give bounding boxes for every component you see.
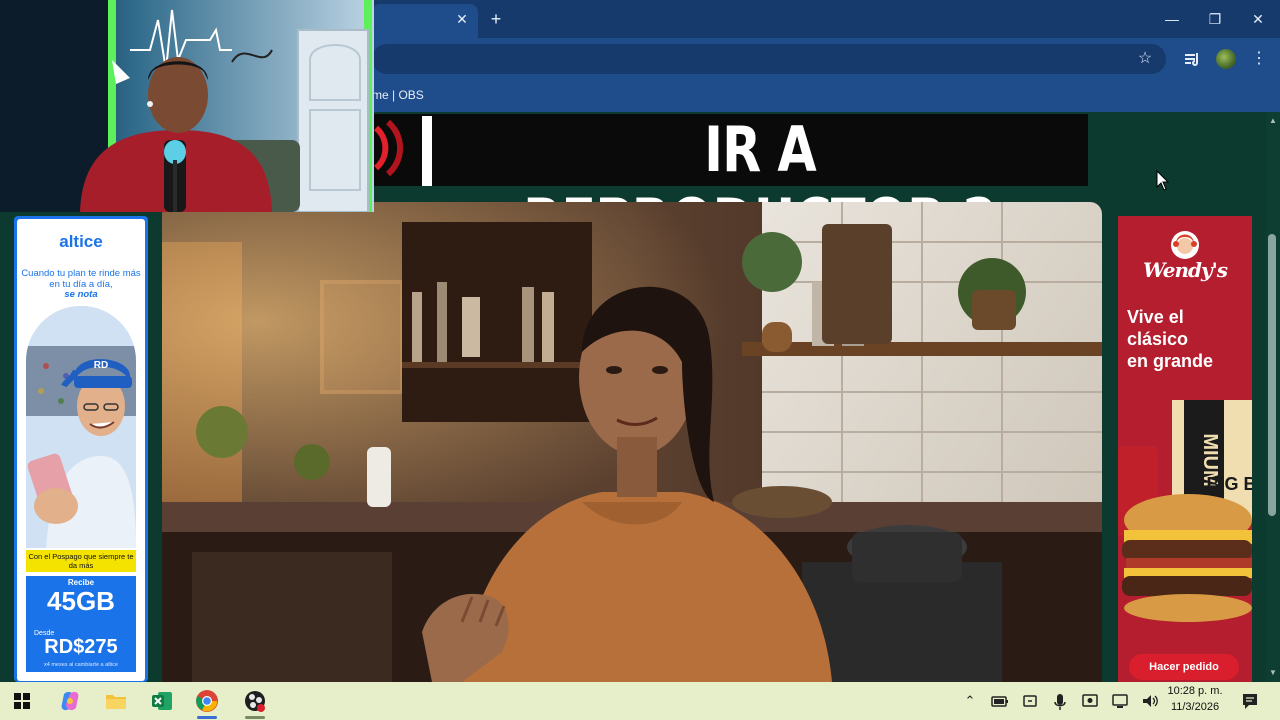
- volume-icon[interactable]: [1140, 690, 1160, 712]
- taskbar-clock-time[interactable]: 10:28 p. m.: [1162, 685, 1228, 697]
- wendys-logo: Wendy's: [1142, 258, 1228, 282]
- battery-icon[interactable]: [990, 690, 1010, 712]
- banner-divider: [422, 116, 432, 186]
- obs-active-indicator: [245, 716, 265, 719]
- more-menu-icon[interactable]: ⋮: [1250, 48, 1268, 70]
- wendys-mascot-icon: [1170, 230, 1200, 260]
- taskbar-clock-date[interactable]: 11/3/2026: [1162, 701, 1228, 713]
- tray-overflow-chevron-icon[interactable]: ⌃: [960, 690, 980, 712]
- scroll-up-arrow-icon[interactable]: ▲: [1266, 114, 1280, 128]
- altice-data-amount: 45GB: [47, 586, 115, 616]
- scroll-down-arrow-icon[interactable]: ▼: [1266, 666, 1280, 680]
- chrome-icon[interactable]: [193, 688, 221, 714]
- microphone-icon[interactable]: [1050, 690, 1070, 712]
- notifications-icon[interactable]: [1240, 690, 1260, 712]
- obs-icon[interactable]: [241, 688, 269, 714]
- altice-tagline-emphasis: se nota: [64, 289, 98, 300]
- order-now-button[interactable]: Hacer pedido: [1129, 654, 1239, 680]
- copilot-icon[interactable]: [56, 688, 84, 714]
- file-explorer-icon[interactable]: [102, 688, 130, 714]
- bookmark-star-icon[interactable]: ☆: [1134, 48, 1156, 70]
- media-control-icon[interactable]: [1182, 48, 1204, 70]
- window-restore-button[interactable]: ❐: [1203, 8, 1227, 30]
- altice-cap-badge: RD: [94, 360, 108, 371]
- banner-title[interactable]: IR A REPRODUCTOR 2: [498, 114, 1023, 258]
- sync-icon[interactable]: [1020, 690, 1040, 712]
- profile-avatar[interactable]: [1216, 49, 1236, 69]
- altice-logo: altice: [59, 232, 103, 251]
- altice-tagline: Cuando tu plan te rinde más en tu día a …: [21, 268, 141, 290]
- screen-capture-icon[interactable]: [1080, 690, 1100, 712]
- windows-start-icon[interactable]: [8, 688, 36, 714]
- window-close-button[interactable]: ✕: [1246, 8, 1270, 30]
- new-tab-button[interactable]: +: [486, 9, 506, 29]
- wendys-product-text-2: BIG BA: [1207, 474, 1253, 494]
- altice-ad-photo: RD: [26, 306, 136, 548]
- excel-icon[interactable]: [148, 688, 176, 714]
- mouse-cursor-icon: [1156, 169, 1170, 192]
- altice-promo-strip: Con el Pospago que siempre te da más: [26, 550, 136, 572]
- chrome-active-indicator: [197, 716, 217, 719]
- webcam-overlay: [0, 0, 374, 212]
- video-player[interactable]: [162, 202, 1102, 682]
- altice-fine-print: x4 meses al cambiarte a altice: [44, 662, 118, 668]
- bookmark-obs[interactable]: me | OBS: [372, 86, 424, 104]
- wendys-headline: Vive el clásico en grande: [1127, 307, 1214, 371]
- altice-price: RD$275: [44, 636, 118, 658]
- network-icon[interactable]: [1110, 690, 1130, 712]
- wendys-product-image: MIUM BIG BA: [1118, 390, 1270, 640]
- address-bar[interactable]: [372, 44, 1166, 74]
- window-minimize-button[interactable]: —: [1160, 8, 1184, 30]
- scrollbar-thumb[interactable]: [1268, 234, 1276, 516]
- tab-close-icon[interactable]: ✕: [454, 11, 470, 27]
